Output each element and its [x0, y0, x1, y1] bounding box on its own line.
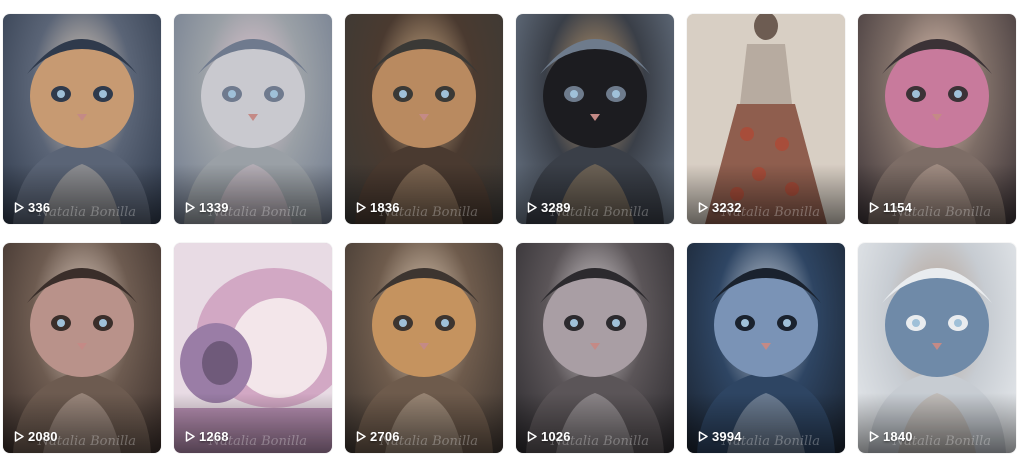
gallery-tile[interactable]: 1836 Natalia Bonilla — [345, 14, 503, 224]
gallery-tile[interactable]: 1840 Natalia Bonilla — [858, 243, 1016, 453]
play-icon — [185, 202, 195, 213]
view-count: 1339 — [185, 200, 229, 215]
play-icon — [869, 202, 879, 213]
view-count: 1836 — [356, 200, 400, 215]
view-count: 3232 — [698, 200, 742, 215]
view-count-number: 336 — [28, 200, 51, 215]
view-count: 3994 — [698, 429, 742, 444]
play-icon — [527, 431, 537, 442]
view-count-number: 3994 — [712, 429, 742, 444]
view-count-number: 1026 — [541, 429, 571, 444]
gallery-tile[interactable]: 2706 Natalia Bonilla — [345, 243, 503, 453]
gallery-tile[interactable]: 1026 Natalia Bonilla — [516, 243, 674, 453]
view-count: 1026 — [527, 429, 571, 444]
view-count-number: 1154 — [883, 200, 913, 215]
play-icon — [14, 431, 24, 442]
play-icon — [185, 431, 195, 442]
gallery-tile[interactable]: 1339 Natalia Bonilla — [174, 14, 332, 224]
view-count-number: 3232 — [712, 200, 742, 215]
bottom-gradient-overlay — [687, 393, 845, 453]
gallery-tile[interactable]: 1268 Natalia Bonilla — [174, 243, 332, 453]
play-icon — [14, 202, 24, 213]
play-icon — [356, 431, 366, 442]
gallery-tile[interactable]: 3289 Natalia Bonilla — [516, 14, 674, 224]
view-count: 1268 — [185, 429, 229, 444]
play-icon — [698, 431, 708, 442]
view-count: 2080 — [14, 429, 58, 444]
gallery-tile[interactable]: 336 Natalia Bonilla — [3, 14, 161, 224]
view-count-number: 1836 — [370, 200, 400, 215]
gallery-tile[interactable]: 3994 Natalia Bonilla — [687, 243, 845, 453]
view-count: 2706 — [356, 429, 400, 444]
gallery-tile[interactable]: 3232 Natalia Bonilla — [687, 14, 845, 224]
view-count: 336 — [14, 200, 50, 215]
view-count-number: 1339 — [199, 200, 229, 215]
gallery-tile[interactable]: 2080 Natalia Bonilla — [3, 243, 161, 453]
view-count: 1154 — [869, 200, 912, 215]
bottom-gradient-overlay — [345, 393, 503, 453]
play-icon — [527, 202, 537, 213]
bottom-gradient-overlay — [3, 164, 161, 224]
bottom-gradient-overlay — [3, 393, 161, 453]
bottom-gradient-overlay — [174, 393, 332, 453]
gallery-tile[interactable]: 1154 Natalia Bonilla — [858, 14, 1016, 224]
bottom-gradient-overlay — [516, 393, 674, 453]
view-count-number: 3289 — [541, 200, 571, 215]
image-gallery-grid: 336 Natalia Bonilla 1339 Natalia Bonilla 1… — [0, 0, 1024, 470]
view-count-number: 1268 — [199, 429, 229, 444]
view-count: 1840 — [869, 429, 913, 444]
play-icon — [869, 431, 879, 442]
bottom-gradient-overlay — [858, 393, 1016, 453]
view-count: 3289 — [527, 200, 571, 215]
bottom-gradient-overlay — [858, 164, 1016, 224]
bottom-gradient-overlay — [516, 164, 674, 224]
bottom-gradient-overlay — [345, 164, 503, 224]
play-icon — [356, 202, 366, 213]
view-count-number: 1840 — [883, 429, 913, 444]
bottom-gradient-overlay — [687, 164, 845, 224]
view-count-number: 2080 — [28, 429, 58, 444]
view-count-number: 2706 — [370, 429, 400, 444]
bottom-gradient-overlay — [174, 164, 332, 224]
play-icon — [698, 202, 708, 213]
